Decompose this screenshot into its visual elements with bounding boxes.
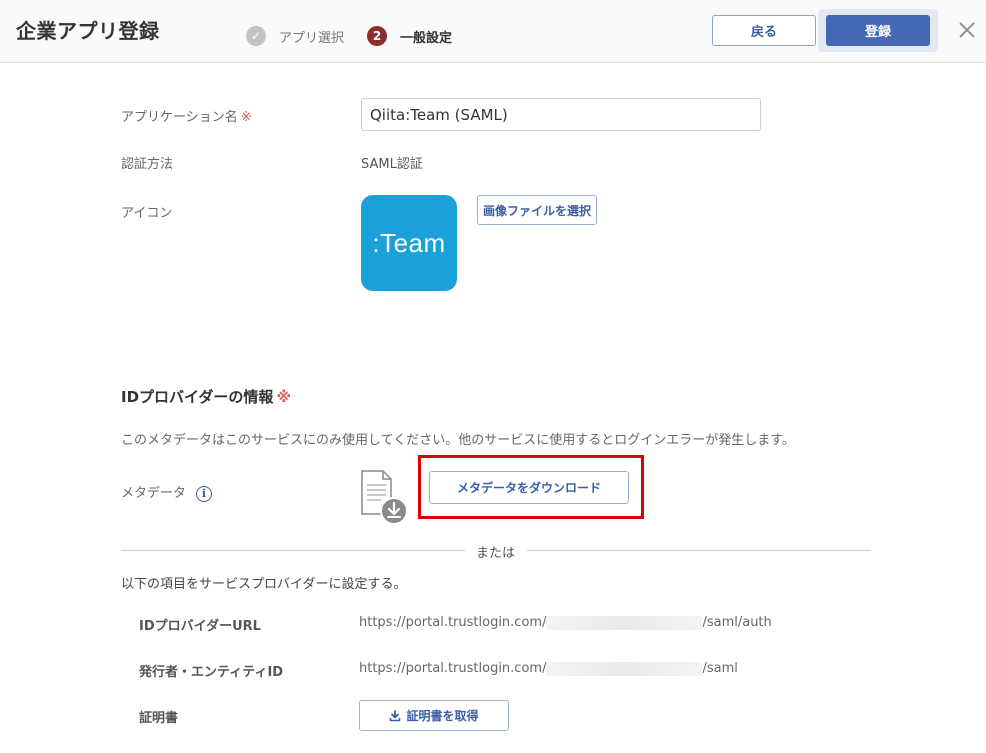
step-label: アプリ選択 [279,30,345,46]
back-button[interactable]: 戻る [712,15,816,46]
step-general-settings: 2 一般設定 [367,26,452,46]
app-name-label-text: アプリケーション名 [121,110,238,125]
divider [527,550,871,551]
header: 企業アプリ登録 ✓ アプリ選択 2 一般設定 戻る 登録 [0,0,986,63]
download-icon [390,709,401,721]
sp-setup-note: 以下の項目をサービスプロバイダーに設定する。 [121,577,407,592]
close-icon[interactable] [957,20,977,40]
certificate-label: 証明書 [139,711,179,726]
register-button[interactable]: 登録 [826,15,930,46]
metadata-label: メタデータ i [121,482,213,502]
redacted-tenant-id [546,615,703,630]
get-certificate-button[interactable]: 証明書を取得 [359,700,509,731]
download-metadata-button[interactable]: メタデータをダウンロード [429,471,629,504]
step-app-select: ✓ アプリ選択 [246,26,344,46]
select-image-button[interactable]: 画像ファイルを選択 [477,195,597,225]
issuer-suffix: /saml [702,661,738,676]
step-label: 一般設定 [400,30,453,46]
info-icon[interactable]: i [196,485,213,502]
idp-section-title: IDプロバイダーの情報 ※ [121,386,291,407]
icon-label: アイコン [121,206,173,221]
metadata-label-text: メタデータ [121,486,187,501]
metadata-notice: このメタデータはこのサービスにのみ使用してください。他のサービスに使用するとログ… [121,433,795,448]
page-title: 企業アプリ登録 [16,19,160,43]
issuer-label: 発行者・エンティティID [139,665,284,680]
idp-url-suffix: /saml/auth [702,615,772,630]
auth-method-label: 認証方法 [121,157,174,172]
required-mark: ※ [276,388,292,406]
idp-url-prefix: https://portal.trustlogin.com/ [359,615,547,630]
or-separator: または [476,546,516,561]
idp-url-label: IDプロバイダーURL [139,619,261,634]
idp-section-title-text: IDプロバイダーの情報 [121,388,274,406]
idp-url-value: https://portal.trustlogin.com/ /saml/auth [359,615,772,630]
app-name-label: アプリケーション名 ※ [121,106,252,125]
auth-method-value: SAML認証 [361,157,423,172]
app-icon: :Team [361,195,457,291]
check-icon: ✓ [246,26,266,46]
issuer-prefix: https://portal.trustlogin.com/ [359,661,547,676]
step-number: 2 [367,26,387,46]
get-certificate-label: 証明書を取得 [406,709,479,723]
divider [121,550,465,551]
issuer-value: https://portal.trustlogin.com/ /saml [359,661,738,676]
redacted-tenant-id [546,661,703,676]
app-name-input[interactable] [361,98,761,131]
document-download-icon [361,470,408,525]
required-mark: ※ [240,110,252,125]
